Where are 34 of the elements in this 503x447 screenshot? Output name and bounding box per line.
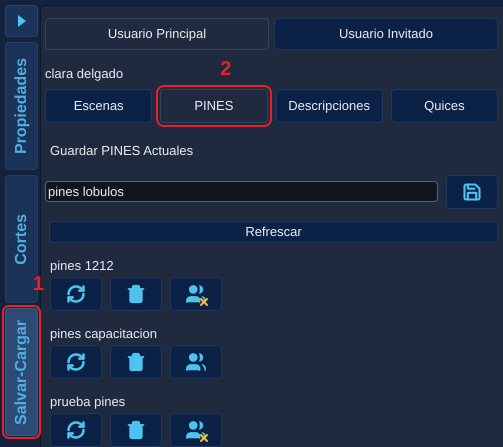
- refresh-icon: [66, 284, 86, 304]
- save-name: prueba pines: [50, 393, 126, 409]
- share-button[interactable]: [170, 277, 222, 311]
- save-icon: [462, 182, 482, 202]
- load-button[interactable]: [50, 413, 102, 447]
- section-tab[interactable]: Escenas: [45, 89, 152, 123]
- refresh-icon: [66, 352, 86, 372]
- share-button[interactable]: [170, 413, 222, 447]
- delete-button[interactable]: [110, 413, 162, 447]
- right-arrow-icon: [18, 15, 26, 27]
- load-button[interactable]: [50, 277, 102, 311]
- delete-button[interactable]: [110, 345, 162, 379]
- section-tab[interactable]: Quices: [390, 89, 498, 123]
- trash-icon: [126, 352, 146, 372]
- load-button[interactable]: [50, 345, 102, 379]
- side-tab[interactable]: Salvar-Cargar: [5, 308, 38, 436]
- section-label: Guardar PINES Actuales: [49, 142, 194, 160]
- user-tab[interactable]: Usuario Principal: [45, 18, 269, 50]
- expand-button[interactable]: [5, 5, 38, 37]
- refresh-button[interactable]: Refrescar: [49, 220, 498, 243]
- trash-icon: [126, 284, 146, 304]
- save-name: pines capacitacion: [50, 325, 158, 341]
- side-tab[interactable]: Propiedades: [5, 42, 38, 170]
- trash-icon: [126, 420, 146, 440]
- share-button[interactable]: [170, 345, 222, 379]
- save-button[interactable]: [446, 174, 498, 208]
- delete-button[interactable]: [110, 277, 162, 311]
- name-field[interactable]: pines lobulos: [45, 181, 438, 202]
- user-name: clara delgado: [45, 65, 124, 80]
- refresh-icon: [66, 420, 86, 440]
- user-tab[interactable]: Usuario Invitado: [274, 18, 498, 50]
- callout-number: 2: [220, 59, 232, 79]
- section-tab[interactable]: Descripciones: [276, 89, 383, 123]
- save-name: pines 1212: [50, 257, 115, 273]
